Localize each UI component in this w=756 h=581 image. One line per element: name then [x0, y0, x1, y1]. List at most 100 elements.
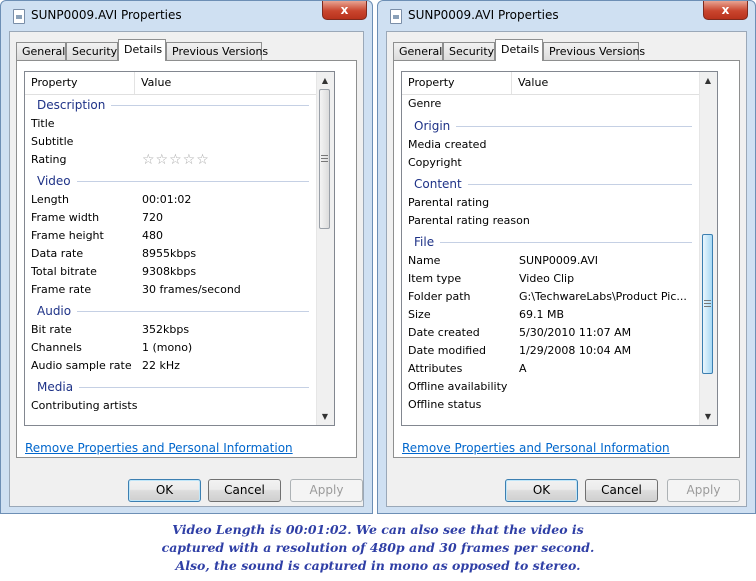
tab-general[interactable]: General [393, 42, 443, 60]
title-bar[interactable]: SUNP0009.AVI Properties x [378, 1, 755, 31]
section-audio: Audio [25, 301, 317, 321]
property-name: Frame width [31, 211, 100, 224]
remove-properties-link[interactable]: Remove Properties and Personal Informati… [402, 441, 670, 455]
arrow-up-icon[interactable]: ▲ [701, 73, 715, 88]
remove-properties-link[interactable]: Remove Properties and Personal Informati… [25, 441, 293, 455]
window-title: SUNP0009.AVI Properties [31, 8, 182, 22]
column-header-value[interactable]: Value [135, 72, 325, 94]
window-title: SUNP0009.AVI Properties [408, 8, 559, 22]
property-name: Offline status [408, 398, 482, 411]
property-row-data-rate[interactable]: Data rate 8955kbps [25, 245, 317, 263]
property-name: Parental rating [408, 196, 490, 209]
section-heading: Description [37, 95, 112, 115]
property-row-bit-rate[interactable]: Bit rate 352kbps [25, 321, 317, 339]
property-name: Attributes [408, 362, 463, 375]
property-row-name[interactable]: Name SUNP0009.AVI [402, 252, 700, 270]
property-name: Copyright [408, 156, 462, 169]
ok-button[interactable]: OK [505, 479, 578, 502]
property-row-channels[interactable]: Channels 1 (mono) [25, 339, 317, 357]
section-heading: Media [37, 377, 80, 397]
property-row-frame-width[interactable]: Frame width 720 [25, 209, 317, 227]
section-file: File [402, 232, 700, 252]
list-rows: Description Title Subtitle Rating ☆☆☆☆☆ [25, 94, 317, 425]
property-row-frame-height[interactable]: Frame height 480 [25, 227, 317, 245]
arrow-down-icon[interactable]: ▼ [701, 409, 715, 424]
arrow-up-icon[interactable]: ▲ [318, 73, 332, 88]
list-header: Property Value [402, 72, 700, 95]
property-row-attributes[interactable]: Attributes A [402, 360, 700, 378]
column-header-property[interactable]: Property [25, 72, 135, 94]
close-button[interactable]: x [703, 1, 748, 20]
vertical-scrollbar[interactable]: ▲ ▼ [316, 72, 334, 425]
property-row-subtitle[interactable]: Subtitle [25, 133, 317, 151]
details-tab-page: Property Value Genre Origin Media create… [393, 60, 740, 458]
column-header-property[interactable]: Property [402, 72, 512, 94]
property-row-total-bitrate[interactable]: Total bitrate 9308kbps [25, 263, 317, 281]
property-name: Audio sample rate [31, 359, 132, 372]
property-row-media-created[interactable]: Media created [402, 136, 700, 154]
property-row-genre[interactable]: Genre [402, 95, 700, 113]
title-bar[interactable]: SUNP0009.AVI Properties x [1, 1, 372, 31]
tab-general[interactable]: General [16, 42, 66, 60]
tab-previous-versions[interactable]: Previous Versions [166, 42, 268, 60]
dialog-panel: General Security Details Previous Versio… [9, 31, 364, 507]
property-name: Frame height [31, 229, 104, 242]
vertical-scrollbar[interactable]: ▲ ▼ [699, 72, 717, 425]
cancel-button[interactable]: Cancel [585, 479, 658, 502]
scrollbar-thumb[interactable] [319, 89, 330, 229]
arrow-down-icon[interactable]: ▼ [318, 409, 332, 424]
tab-details[interactable]: Details [118, 39, 166, 61]
section-divider [37, 181, 309, 182]
property-row-parental-rating[interactable]: Parental rating [402, 194, 700, 212]
section-video: Video [25, 171, 317, 191]
apply-button[interactable]: Apply [290, 479, 363, 502]
property-name: Date modified [408, 344, 486, 357]
star-icon[interactable]: ☆☆☆☆☆ [142, 151, 210, 169]
property-value: 1 (mono) [142, 341, 193, 354]
property-name: Size [408, 308, 431, 321]
close-button[interactable]: x [322, 1, 367, 20]
property-value: 1/29/2008 10:04 AM [519, 344, 632, 357]
property-name: Title [31, 117, 55, 130]
property-row-frame-rate[interactable]: Frame rate 30 frames/second [25, 281, 317, 299]
property-row-contributing-artists[interactable]: Contributing artists [25, 397, 317, 415]
property-row-item-type[interactable]: Item type Video Clip [402, 270, 700, 288]
property-row-date-created[interactable]: Date created 5/30/2010 11:07 AM [402, 324, 700, 342]
property-row-parental-rating-reason[interactable]: Parental rating reason [402, 212, 700, 230]
file-icon [13, 9, 25, 24]
tab-security[interactable]: Security [443, 42, 495, 60]
property-row-offline-availability[interactable]: Offline availability [402, 378, 700, 396]
properties-list[interactable]: Property Value Genre Origin Media create… [401, 71, 718, 426]
property-value: 8955kbps [142, 247, 197, 260]
section-content: Content [402, 174, 700, 194]
property-row-date-modified[interactable]: Date modified 1/29/2008 10:04 AM [402, 342, 700, 360]
property-row-copyright[interactable]: Copyright [402, 154, 700, 172]
property-name: Offline availability [408, 380, 508, 393]
property-row-folder-path[interactable]: Folder path G:\TechwareLabs\Product Pic.… [402, 288, 700, 306]
caption-line-2: captured with a resolution of 480p and 3… [161, 540, 595, 555]
column-header-value[interactable]: Value [512, 72, 702, 94]
property-value: 22 kHz [142, 359, 180, 372]
property-name: Subtitle [31, 135, 74, 148]
property-value: A [519, 362, 527, 375]
ok-button[interactable]: OK [128, 479, 201, 502]
section-origin: Origin [402, 116, 700, 136]
property-row-title[interactable]: Title [25, 115, 317, 133]
tab-security[interactable]: Security [66, 42, 118, 60]
property-row-size[interactable]: Size 69.1 MB [402, 306, 700, 324]
apply-button[interactable]: Apply [667, 479, 740, 502]
scrollbar-thumb[interactable] [702, 234, 713, 374]
properties-list[interactable]: Property Value Description Title Subtitl… [24, 71, 335, 426]
property-row-length[interactable]: Length 00:01:02 [25, 191, 317, 209]
file-icon [390, 9, 402, 24]
property-row-rating[interactable]: Rating ☆☆☆☆☆ [25, 151, 317, 169]
property-name: Frame rate [31, 283, 92, 296]
list-rows: Genre Origin Media created Copyright Con… [402, 94, 700, 425]
property-row-audio-sample-rate[interactable]: Audio sample rate 22 kHz [25, 357, 317, 375]
property-row-offline-status[interactable]: Offline status [402, 396, 700, 414]
grip-icon [321, 155, 328, 163]
tab-previous-versions[interactable]: Previous Versions [543, 42, 645, 60]
property-value: 9308kbps [142, 265, 197, 278]
cancel-button[interactable]: Cancel [208, 479, 281, 502]
tab-details[interactable]: Details [495, 39, 543, 61]
